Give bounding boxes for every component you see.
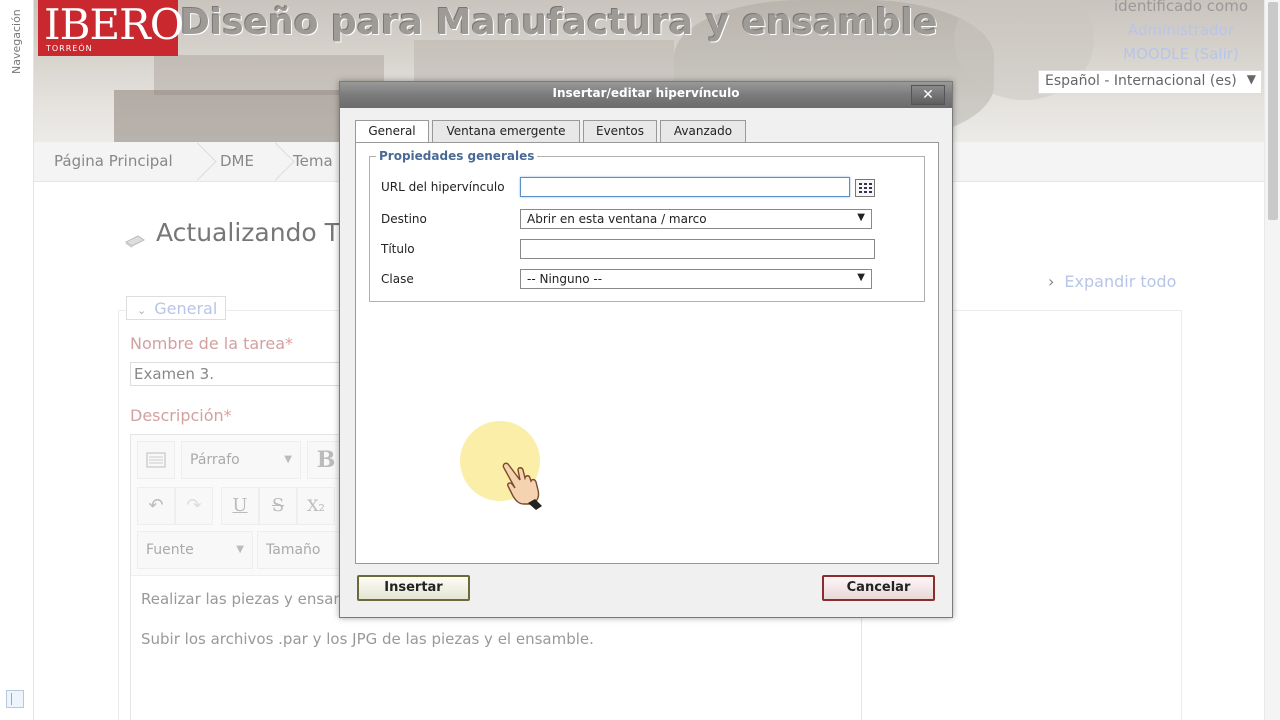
hand-pointer-icon — [502, 462, 542, 510]
dropdown-arrow-icon: ▼ — [857, 272, 865, 283]
dropdown-arrow-icon: ▼ — [1246, 72, 1256, 86]
chevron-right-icon: › — [1048, 272, 1055, 291]
task-name-input[interactable]: Examen 3. — [130, 362, 340, 386]
chevron-down-icon: ⌄ — [137, 304, 147, 317]
task-name-label-text: Nombre de la tarea — [130, 334, 286, 353]
dropdown-arrow-icon: ▼ — [857, 212, 865, 223]
target-select-value: Abrir en esta ventana / marco — [527, 212, 707, 226]
subscript-button[interactable]: X₂ — [297, 487, 335, 525]
logo-subtext: TORREÓN — [46, 44, 93, 53]
font-family-select[interactable]: Fuente ▼ — [137, 531, 253, 569]
tab-advanced[interactable]: Avanzado — [660, 120, 746, 142]
breadcrumb-item-home[interactable]: Página Principal — [54, 152, 173, 170]
login-info: identificado como Administrador MOODLE (… — [1114, 0, 1248, 66]
class-label: Clase — [381, 272, 414, 286]
target-select[interactable]: Abrir en esta ventana / marco ▼ — [520, 209, 872, 229]
fieldset-legend: Propiedades generales — [376, 149, 538, 163]
dialog-titlebar[interactable]: Insertar/editar hipervínculo ✕ — [340, 82, 952, 108]
font-size-select[interactable]: Tamaño — [257, 531, 347, 569]
page-title: Actualizando T — [156, 218, 340, 247]
browse-link-icon[interactable] — [855, 179, 875, 197]
breadcrumb-separator-icon — [192, 142, 206, 182]
description-label: Descripción* — [130, 406, 232, 425]
tab-general[interactable]: General — [355, 120, 429, 143]
navigation-drawer[interactable]: Navegación — [0, 0, 34, 720]
editor-paragraph: Subir los archivos .par y los JPG de las… — [141, 630, 594, 648]
strikethrough-button[interactable]: S — [259, 487, 297, 525]
course-title: Diseño para Manufactura y ensamble — [180, 2, 938, 43]
close-icon[interactable]: ✕ — [911, 85, 945, 105]
language-select[interactable]: Español - Internacional (es) ▼ — [1038, 70, 1262, 94]
class-select[interactable]: -- Ninguno -- ▼ — [520, 269, 872, 289]
page-scrollbar[interactable] — [1264, 0, 1280, 720]
required-marker: * — [285, 334, 294, 353]
title-label: Título — [381, 242, 415, 256]
description-label-text: Descripción — [130, 406, 224, 425]
tab-events[interactable]: Eventos — [583, 120, 657, 142]
dropdown-arrow-icon: ▼ — [236, 544, 244, 555]
task-name-label: Nombre de la tarea* — [130, 334, 293, 353]
redo-button[interactable]: ↷ — [175, 487, 213, 525]
tab-popup-window[interactable]: Ventana emergente — [432, 120, 580, 142]
dock-panel-icon[interactable] — [6, 690, 24, 708]
title-input[interactable] — [520, 239, 875, 259]
dialog-title: Insertar/editar hipervínculo — [552, 86, 740, 100]
general-properties-fieldset: Propiedades generales URL del hipervíncu… — [369, 149, 925, 302]
dropdown-arrow-icon: ▼ — [284, 454, 292, 465]
paragraph-format-select[interactable]: Párrafo ▼ — [181, 441, 301, 479]
logo-text: IBERO — [44, 0, 184, 49]
section-toggle-general[interactable]: ⌄ General — [126, 296, 226, 320]
toolbar-toggle-icon[interactable] — [137, 441, 175, 479]
login-identified-text: identificado como — [1113, 0, 1248, 15]
underline-button[interactable]: U — [221, 487, 259, 525]
breadcrumb-item-topic[interactable]: Tema — [293, 152, 333, 170]
url-input[interactable] — [520, 177, 850, 197]
tab-panel-general: Propiedades generales URL del hipervíncu… — [355, 142, 939, 564]
expand-all-link[interactable]: › Expandir todo — [1048, 272, 1176, 291]
language-select-value: Español - Internacional (es) — [1045, 73, 1237, 89]
expand-all-label: Expandir todo — [1064, 272, 1177, 291]
cancel-button[interactable]: Cancelar — [822, 575, 935, 601]
editor-paragraph: Realizar las piezas y ensam — [141, 590, 349, 608]
user-profile-link[interactable]: Administrador — [1114, 18, 1248, 42]
section-legend-label: General — [154, 299, 218, 318]
breadcrumb-item-course[interactable]: DME — [220, 152, 254, 170]
insert-link-dialog: Insertar/editar hipervínculo ✕ General V… — [339, 81, 953, 618]
assignment-icon — [125, 235, 145, 248]
site-logo[interactable]: IBERO TORREÓN — [38, 0, 184, 56]
undo-button[interactable]: ↶ — [137, 487, 175, 525]
breadcrumb-separator-icon — [270, 142, 284, 182]
class-select-value: -- Ninguno -- — [527, 272, 603, 286]
navigation-label[interactable]: Navegación — [10, 9, 23, 74]
header-photo-building — [114, 90, 364, 142]
insert-button[interactable]: Insertar — [357, 575, 470, 601]
font-family-value: Fuente — [146, 542, 194, 558]
required-marker: * — [223, 406, 232, 425]
target-label: Destino — [381, 212, 427, 226]
url-label: URL del hipervínculo — [381, 180, 505, 194]
paragraph-format-value: Párrafo — [190, 452, 240, 468]
scrollbar-thumb[interactable] — [1268, 2, 1278, 220]
logout-link[interactable]: MOODLE (Salir) — [1123, 45, 1239, 63]
font-size-value: Tamaño — [266, 542, 321, 558]
